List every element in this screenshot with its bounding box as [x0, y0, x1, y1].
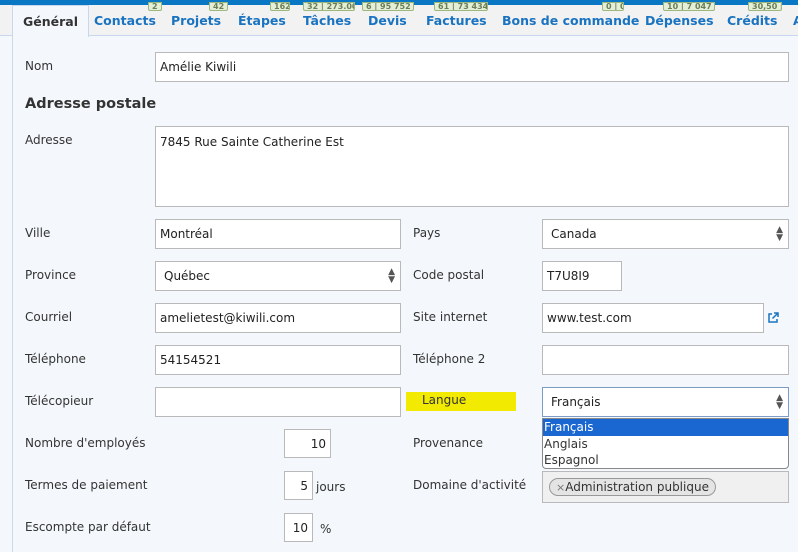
- province-label: Province: [25, 268, 77, 282]
- tag-label: Administration publique: [565, 480, 709, 494]
- option-anglais[interactable]: Anglais: [543, 436, 788, 453]
- telephone2-input[interactable]: [542, 345, 789, 375]
- provenance-label: Provenance: [413, 436, 484, 450]
- count-badge: 10 | 7 047 $: [663, 2, 715, 11]
- pays-value: Canada: [551, 227, 597, 241]
- domaine-multiselect[interactable]: ×Administration publique: [542, 471, 789, 503]
- escompte-input[interactable]: 10: [284, 513, 313, 542]
- escompte-unit: %: [320, 522, 332, 536]
- ville-label: Ville: [25, 226, 51, 240]
- tab-credits[interactable]: Crédits 30,50 $: [727, 2, 782, 36]
- tab-label: Étapes: [238, 13, 286, 28]
- option-francais[interactable]: Français: [543, 419, 788, 436]
- tab-label: Devis: [368, 13, 407, 28]
- tab-label: Contacts: [94, 13, 156, 28]
- langue-label: Langue: [406, 392, 517, 411]
- external-link-icon[interactable]: [767, 312, 779, 324]
- employes-input[interactable]: 10: [284, 429, 331, 458]
- tab-factures[interactable]: Factures 61 | 73 434 $: [426, 2, 488, 36]
- domaine-label: Domaine d'activité: [413, 478, 527, 492]
- langue-select[interactable]: Français ▲ ▼: [542, 387, 789, 417]
- sort-arrows-icon: ▲ ▼: [776, 225, 783, 243]
- nom-label: Nom: [25, 59, 54, 73]
- count-badge: 6 | 95 752 $: [362, 2, 414, 11]
- province-select[interactable]: Québec ▲ ▼: [155, 261, 401, 291]
- section-title: Adresse postale: [25, 96, 157, 112]
- tab-label: Factures: [426, 13, 487, 28]
- telecopieur-label: Télécopieur: [25, 394, 94, 408]
- tab-label: Projets: [171, 13, 222, 28]
- courriel-input[interactable]: amelietest@kiwili.com: [155, 303, 401, 333]
- telephone2-label: Téléphone 2: [413, 352, 486, 366]
- tab-contacts[interactable]: Contacts 2: [94, 2, 162, 36]
- pays-select[interactable]: Canada ▲ ▼: [542, 219, 789, 249]
- code-postal-input[interactable]: T7U8I9: [542, 261, 622, 291]
- langue-value: Français: [551, 395, 601, 409]
- tab-bons-de-commande[interactable]: Bons de commande 0 | 0 $: [502, 2, 640, 36]
- count-badge: 30,50 $: [748, 2, 782, 11]
- site-input[interactable]: www.test.com: [542, 303, 764, 333]
- count-badge: 61 | 73 434 $: [434, 2, 488, 11]
- termes-label: Termes de paiement: [25, 478, 148, 492]
- telecopieur-input[interactable]: [155, 387, 401, 417]
- tab-more[interactable]: A: [793, 5, 798, 36]
- site-label: Site internet: [413, 310, 488, 324]
- sort-arrows-icon: ▲ ▼: [388, 267, 395, 285]
- province-value: Québec: [164, 269, 211, 283]
- option-espagnol[interactable]: Espagnol: [543, 452, 788, 469]
- langue-dropdown: Français Anglais Espagnol: [542, 418, 789, 469]
- count-badge: 162: [270, 2, 290, 11]
- tab-label: Dépenses: [645, 13, 714, 28]
- tab-devis[interactable]: Devis 6 | 95 752 $: [362, 2, 414, 36]
- tab-etapes[interactable]: Étapes 162: [238, 2, 290, 36]
- domaine-tag: ×Administration publique: [549, 478, 716, 496]
- tab-taches[interactable]: Tâches 32 | 273.00h: [303, 2, 355, 36]
- pays-label: Pays: [413, 226, 441, 240]
- adresse-label: Adresse: [25, 133, 73, 147]
- nom-input[interactable]: Amélie Kiwili: [155, 52, 789, 82]
- adresse-textarea[interactable]: 7845 Rue Sainte Catherine Est: [155, 126, 789, 207]
- ville-input[interactable]: Montréal: [155, 219, 401, 249]
- count-badge: 2: [148, 2, 162, 11]
- termes-unit: jours: [316, 480, 346, 494]
- tab-label: Tâches: [303, 13, 352, 28]
- telephone-label: Téléphone: [25, 352, 86, 366]
- count-badge: 42: [209, 2, 229, 11]
- remove-tag-icon[interactable]: ×: [556, 481, 565, 494]
- employes-label: Nombre d'employés: [25, 436, 146, 450]
- termes-input[interactable]: 5: [284, 471, 313, 500]
- tab-label: Bons de commande: [502, 13, 640, 28]
- tab-label: Crédits: [727, 13, 778, 28]
- count-badge: 32 | 273.00h: [303, 2, 355, 11]
- courriel-label: Courriel: [25, 310, 73, 324]
- tab-projets[interactable]: Projets 42: [171, 2, 229, 36]
- count-badge: 0 | 0 $: [602, 2, 624, 11]
- tab-depenses[interactable]: Dépenses 10 | 7 047 $: [645, 2, 715, 36]
- tab-general[interactable]: Général: [12, 5, 89, 37]
- escompte-label: Escompte par défaut: [25, 520, 151, 534]
- code-postal-label: Code postal: [413, 268, 485, 282]
- sort-arrows-icon: ▲ ▼: [776, 393, 783, 411]
- telephone-input[interactable]: 54154521: [155, 345, 401, 375]
- tab-bar: Général Contacts 2 Projets 42 Étapes 162 Tâ…: [0, 2, 798, 37]
